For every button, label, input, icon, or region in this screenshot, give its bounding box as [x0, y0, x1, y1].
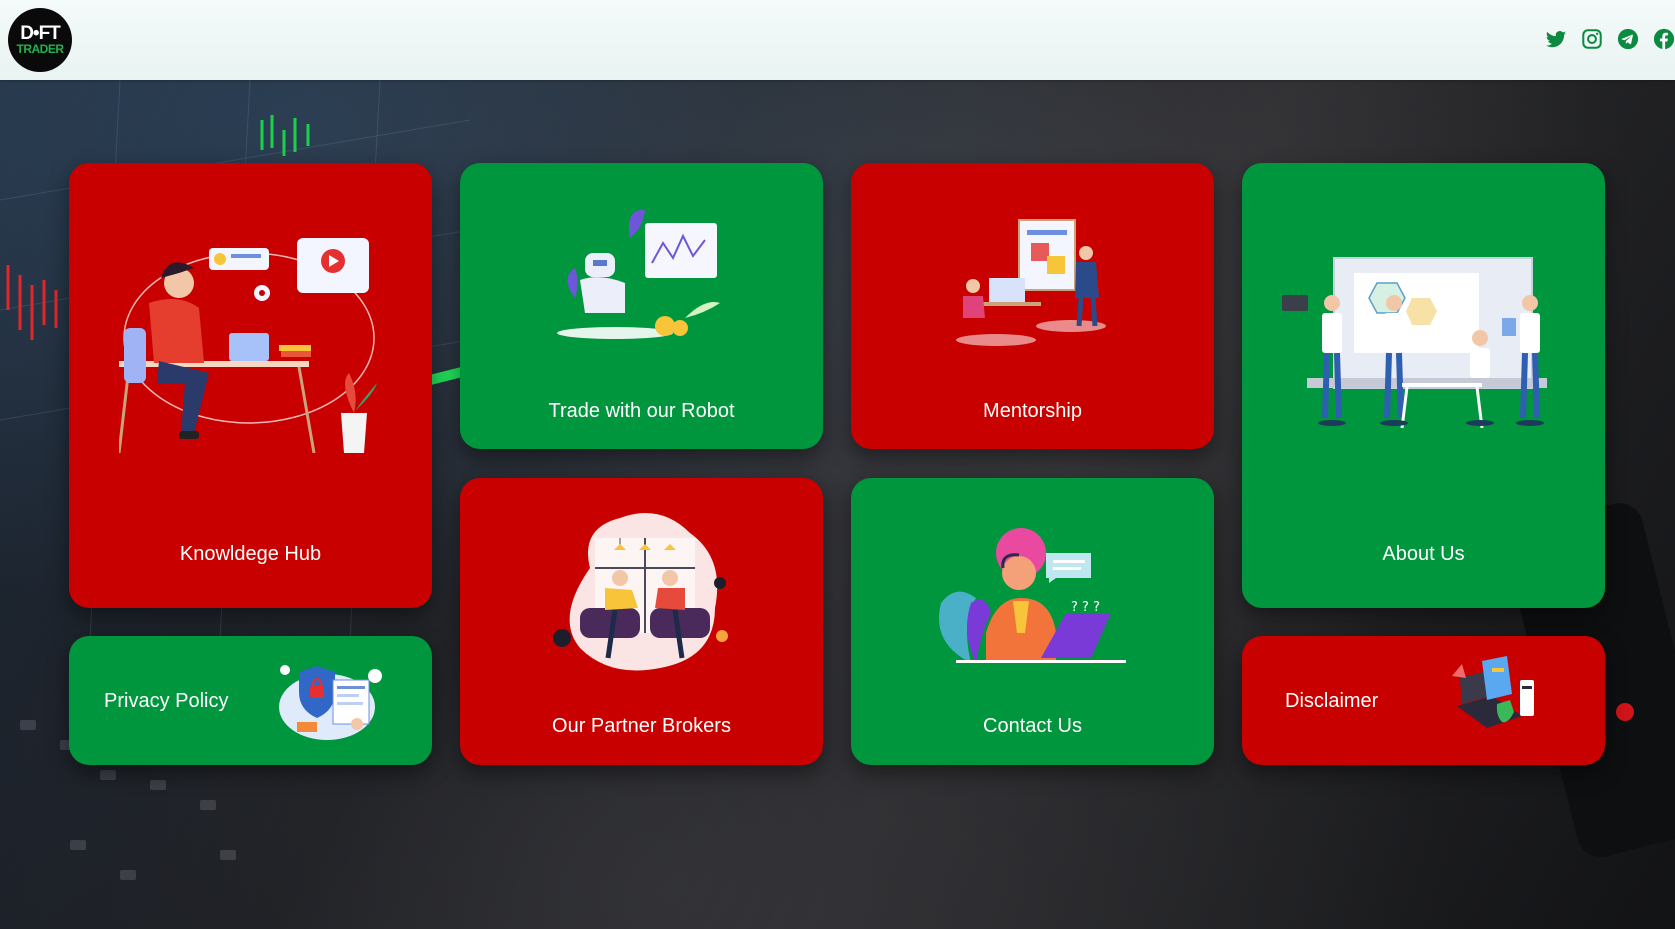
social-links [1545, 28, 1675, 50]
twitter-icon[interactable] [1545, 28, 1567, 50]
knowledge-hub-illustration [119, 238, 377, 453]
card-partner-brokers-label: Our Partner Brokers [552, 715, 731, 737]
mentorship-illustration [956, 219, 1106, 346]
trading-robot-illustration [557, 209, 720, 339]
card-about-us-label: About Us [1382, 543, 1465, 565]
card-privacy-policy[interactable]: Privacy Policy [69, 636, 432, 765]
card-trade-robot[interactable]: Trade with our Robot [460, 163, 823, 449]
card-mentorship-label: Mentorship [983, 400, 1082, 422]
card-mentorship[interactable]: Mentorship [851, 163, 1214, 449]
card-partner-brokers[interactable]: Our Partner Brokers [460, 478, 823, 765]
card-contact-us[interactable]: ? ? ? Contact Us [851, 478, 1214, 765]
logo-text-bottom: TRADER [16, 42, 65, 56]
site-header: D•FT TRADER [0, 0, 1675, 80]
card-privacy-policy-label: Privacy Policy [104, 690, 229, 712]
card-about-us[interactable]: About Us [1242, 163, 1605, 608]
svg-text:? ? ?: ? ? ? [1071, 600, 1100, 615]
instagram-icon[interactable] [1581, 28, 1603, 50]
logo[interactable]: D•FT TRADER [8, 8, 72, 72]
card-disclaimer-label: Disclaimer [1285, 690, 1379, 712]
card-disclaimer[interactable]: Disclaimer [1242, 636, 1605, 765]
card-trade-robot-label: Trade with our Robot [548, 400, 735, 422]
about-us-team-illustration [1282, 257, 1547, 429]
logo-text-top: D•FT [20, 23, 61, 44]
privacy-policy-illustration [279, 665, 382, 740]
card-knowledge-hub[interactable]: Knowldege Hub [69, 163, 432, 608]
disclaimer-illustration [1452, 656, 1534, 728]
telegram-icon[interactable] [1617, 28, 1639, 50]
facebook-icon[interactable] [1653, 28, 1675, 50]
card-knowledge-hub-label: Knowldege Hub [179, 543, 322, 565]
contact-us-illustration: ? ? ? [939, 528, 1126, 663]
card-contact-us-label: Contact Us [983, 715, 1082, 737]
partner-brokers-illustration [553, 513, 728, 671]
